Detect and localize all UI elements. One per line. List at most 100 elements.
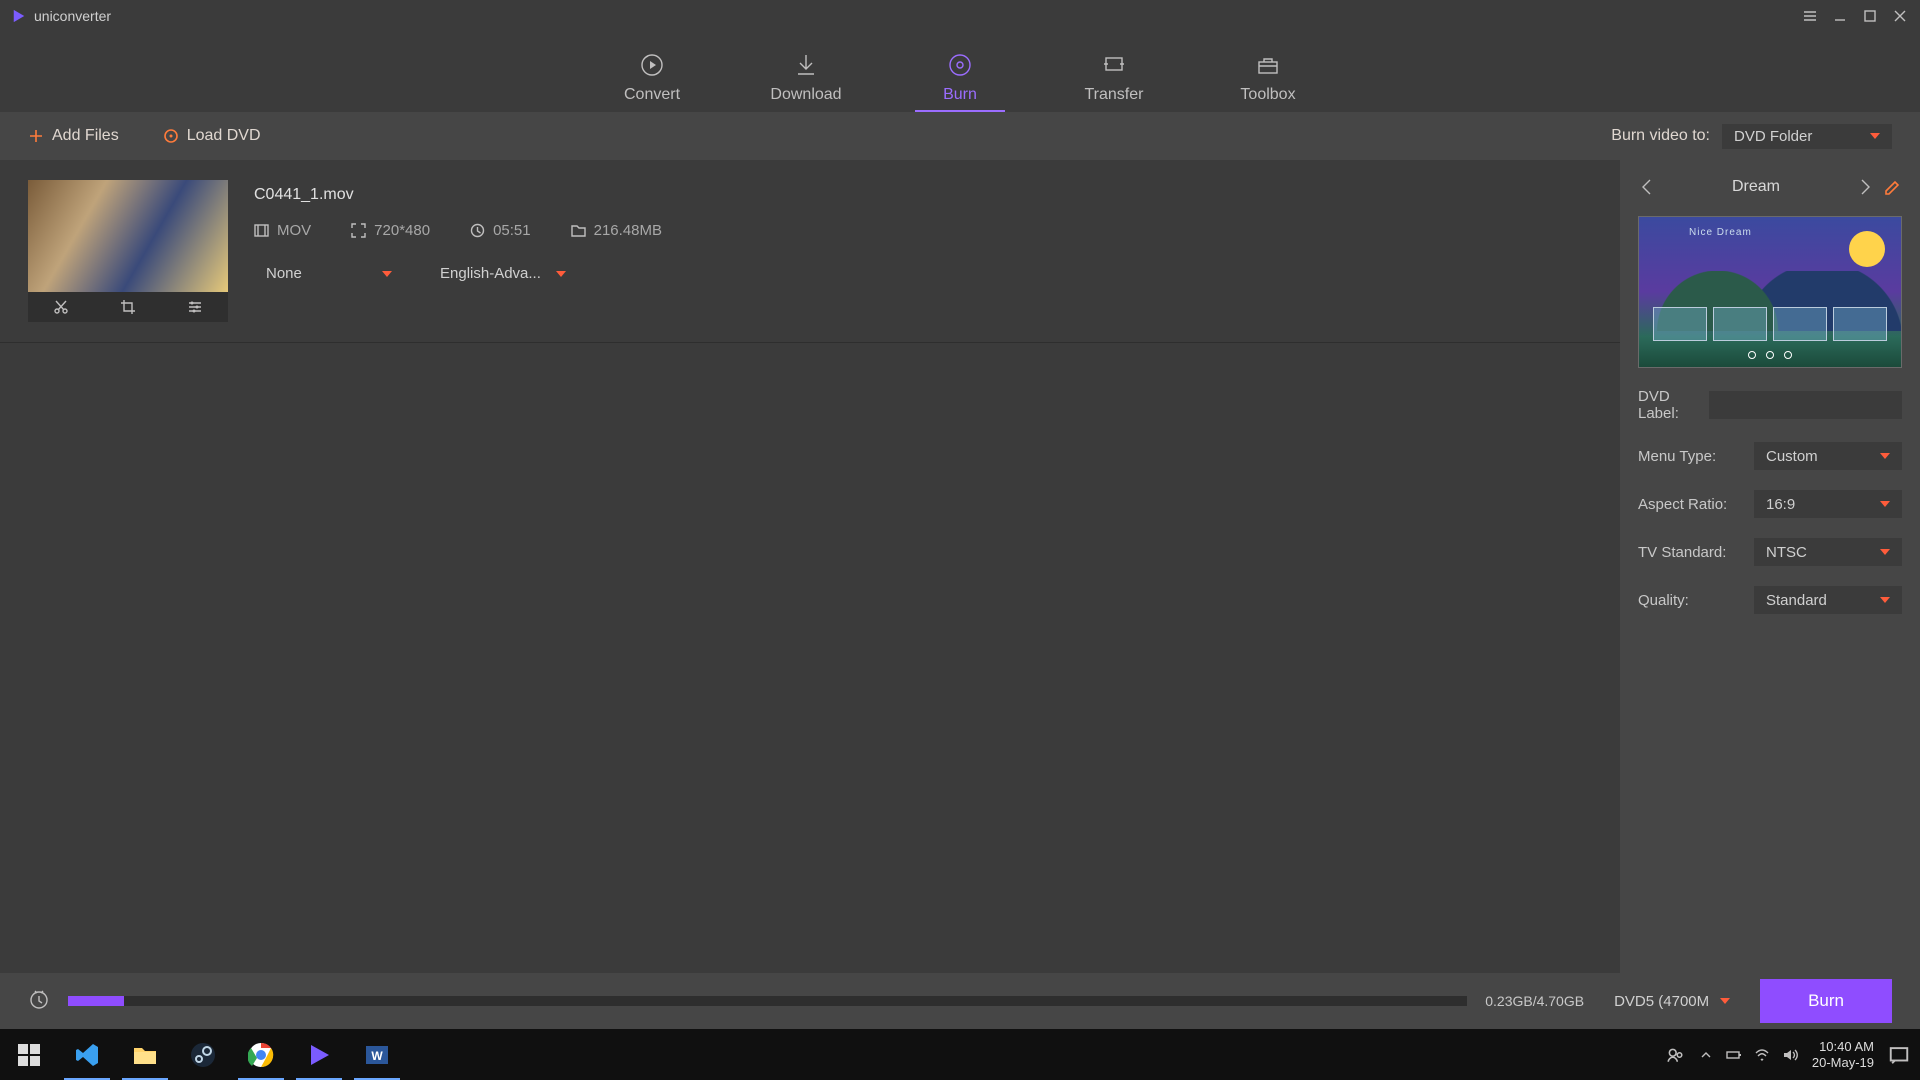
tab-burn[interactable]: Burn [915, 52, 1005, 112]
thumbnail-wrap [28, 180, 228, 322]
notification-icon [1888, 1044, 1910, 1066]
menu-icon[interactable] [1802, 8, 1818, 24]
preview-slots [1653, 307, 1887, 341]
audio-select[interactable]: English-Adva... [428, 261, 578, 287]
preview-dots [1639, 351, 1901, 359]
quality-row: Quality: Standard [1638, 586, 1902, 614]
file-size: 216.48MB [594, 222, 662, 239]
taskbar-app-explorer[interactable] [116, 1029, 174, 1080]
taskbar-clock[interactable]: 10:40 AM 20-May-19 [1812, 1039, 1874, 1070]
file-item[interactable]: C0441_1.mov MOV 720*480 05:51 216.48MB N… [0, 160, 1620, 343]
aspect-ratio-row: Aspect Ratio: 16:9 [1638, 490, 1902, 518]
tv-standard-value: NTSC [1766, 544, 1807, 561]
dvd-label-input[interactable] [1709, 391, 1902, 419]
burn-to-label: Burn video to: [1611, 127, 1710, 145]
chevron-down-icon [556, 271, 566, 277]
dot [1766, 351, 1774, 359]
burn-to-value: DVD Folder [1734, 128, 1812, 145]
taskbar-app-vscode[interactable] [58, 1029, 116, 1080]
add-files-button[interactable]: Add Files [28, 127, 127, 145]
subtitle-select[interactable]: None [254, 261, 404, 287]
transfer-icon [1101, 52, 1127, 78]
menu-type-value: Custom [1766, 448, 1818, 465]
system-tray [1698, 1047, 1798, 1063]
tab-transfer[interactable]: Transfer [1069, 52, 1159, 112]
crop-icon[interactable] [120, 299, 136, 315]
load-dvd-button[interactable]: Load DVD [163, 127, 269, 145]
folder-icon [132, 1042, 158, 1068]
top-nav: Convert Download Burn Transfer Toolbox [0, 32, 1920, 112]
chevron-down-icon [1720, 998, 1730, 1004]
convert-icon [639, 52, 665, 78]
close-icon[interactable] [1892, 8, 1908, 24]
file-resolution: 720*480 [374, 222, 430, 239]
tray-expand-icon[interactable] [1698, 1047, 1714, 1063]
tv-standard-select[interactable]: NTSC [1754, 538, 1902, 566]
download-icon [793, 52, 819, 78]
taskbar-app-chrome[interactable] [232, 1029, 290, 1080]
tab-label: Download [770, 86, 841, 104]
taskbar-app-uniconverter[interactable] [290, 1029, 348, 1080]
play-icon [306, 1042, 332, 1068]
app-logo: uniconverter [12, 8, 111, 24]
taskbar-app-word[interactable]: W [348, 1029, 406, 1080]
file-format: MOV [277, 222, 311, 239]
aspect-ratio-select[interactable]: 16:9 [1754, 490, 1902, 518]
sun-graphic [1849, 231, 1885, 267]
wifi-icon[interactable] [1754, 1047, 1770, 1063]
start-button[interactable] [0, 1029, 58, 1080]
titlebar: uniconverter [0, 0, 1920, 32]
app-name: uniconverter [34, 8, 111, 24]
volume-icon[interactable] [1782, 1047, 1798, 1063]
file-meta: MOV 720*480 05:51 216.48MB [254, 222, 1592, 239]
menu-type-select[interactable]: Custom [1754, 442, 1902, 470]
cut-icon[interactable] [53, 299, 69, 315]
main-area: C0441_1.mov MOV 720*480 05:51 216.48MB N… [0, 160, 1920, 973]
people-icon[interactable] [1666, 1046, 1684, 1064]
dvd-label-label: DVD Label: [1638, 388, 1697, 422]
disc-usage-fill [68, 996, 124, 1006]
burn-button[interactable]: Burn [1760, 979, 1892, 1023]
tab-label: Burn [943, 86, 977, 104]
format-icon [254, 223, 269, 238]
video-thumbnail[interactable] [28, 180, 228, 292]
chevron-down-icon [1880, 501, 1890, 507]
battery-icon[interactable] [1726, 1047, 1742, 1063]
minimize-icon[interactable] [1832, 8, 1848, 24]
quality-select[interactable]: Standard [1754, 586, 1902, 614]
template-preview[interactable]: Nice Dream [1638, 216, 1902, 368]
taskbar-date: 20-May-19 [1812, 1055, 1874, 1071]
notifications-button[interactable] [1888, 1044, 1910, 1066]
prev-template-icon[interactable] [1638, 178, 1656, 196]
effects-icon[interactable] [187, 299, 203, 315]
thumbnail-toolbar [28, 292, 228, 322]
vscode-icon [74, 1042, 100, 1068]
word-icon: W [364, 1042, 390, 1068]
menu-type-label: Menu Type: [1638, 448, 1742, 465]
tv-standard-label: TV Standard: [1638, 544, 1742, 561]
tv-standard-row: TV Standard: NTSC [1638, 538, 1902, 566]
burn-icon [947, 52, 973, 78]
burn-to-select[interactable]: DVD Folder [1722, 124, 1892, 149]
subtitle-value: None [266, 265, 302, 282]
maximize-icon[interactable] [1862, 8, 1878, 24]
edit-template-icon[interactable] [1884, 178, 1902, 196]
next-template-icon[interactable] [1856, 178, 1874, 196]
disc-usage-bar [68, 996, 1467, 1006]
template-name: Dream [1732, 178, 1780, 196]
tab-convert[interactable]: Convert [607, 52, 697, 112]
disc-type-value: DVD5 (4700M [1614, 993, 1709, 1010]
tab-toolbox[interactable]: Toolbox [1223, 52, 1313, 112]
quality-value: Standard [1766, 592, 1827, 609]
plus-icon [28, 128, 44, 144]
aspect-ratio-label: Aspect Ratio: [1638, 496, 1742, 513]
slot [1773, 307, 1827, 341]
tab-download[interactable]: Download [761, 52, 851, 112]
disc-usage-text: 0.23GB/4.70GB [1485, 993, 1584, 1009]
disc-type-select[interactable]: DVD5 (4700M [1602, 989, 1742, 1014]
dot [1748, 351, 1756, 359]
chevron-down-icon [1880, 453, 1890, 459]
taskbar-app-steam[interactable] [174, 1029, 232, 1080]
schedule-icon[interactable] [28, 988, 50, 1015]
disc-icon [163, 128, 179, 144]
